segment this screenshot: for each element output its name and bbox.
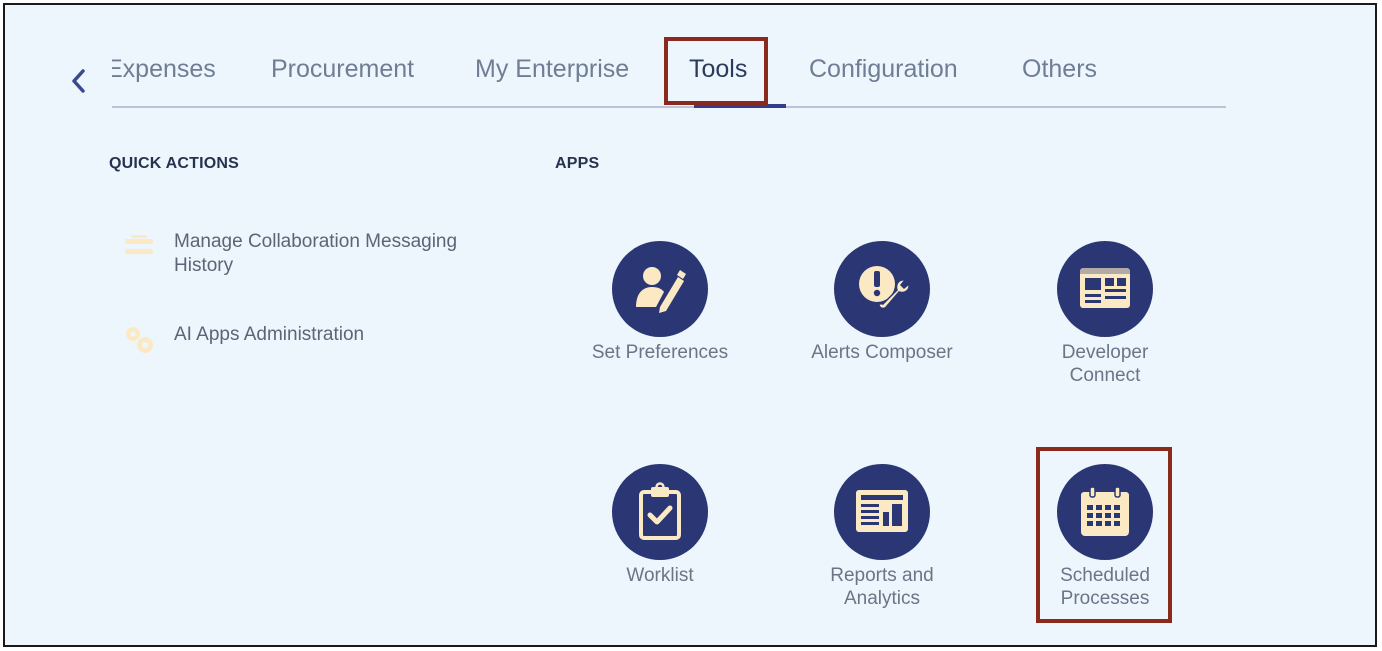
clipboard-check-icon (639, 482, 681, 540)
app-label: Developer Connect (1061, 342, 1149, 386)
quick-action-label: Manage Collaboration Messaging History (174, 231, 458, 276)
app-reports-and-analytics[interactable]: Reports and Analytics (797, 464, 967, 610)
app-icon-circle (834, 464, 930, 560)
gears-icon (126, 327, 153, 353)
tab-expenses[interactable]: Expenses (112, 55, 216, 84)
app-label: Worklist (626, 565, 694, 586)
app-alerts-composer[interactable]: Alerts Composer (797, 241, 967, 364)
app-icon-circle (612, 241, 708, 337)
alert-wrench-icon (859, 266, 910, 310)
app-developer-connect[interactable]: Developer Connect (1020, 241, 1190, 387)
tab-others[interactable]: Others (1022, 55, 1097, 84)
tab-divider (112, 106, 1226, 108)
app-label: Scheduled Processes (1060, 565, 1150, 609)
tab-bar: Expenses Procurement My Enterprise Tools… (5, 5, 1375, 115)
list-icon (125, 235, 153, 254)
app-label: Alerts Composer (811, 342, 953, 363)
app-icon-circle (1057, 464, 1153, 560)
active-tab-indicator (694, 104, 786, 108)
reports-icon (856, 490, 908, 532)
app-label: Reports and Analytics (830, 565, 934, 609)
app-scheduled-processes[interactable]: Scheduled Processes (1020, 464, 1190, 610)
app-label: Set Preferences (591, 342, 729, 363)
tab-procurement[interactable]: Procurement (271, 55, 414, 84)
tab-tools[interactable]: Tools (689, 55, 747, 84)
user-edit-icon (636, 267, 686, 313)
quick-action-manage-collaboration-messaging-history[interactable]: Manage Collaboration Messaging History (122, 230, 464, 278)
quick-actions-heading: QUICK ACTIONS (109, 155, 240, 172)
tab-configuration[interactable]: Configuration (809, 55, 958, 84)
app-icon-circle (1057, 241, 1153, 337)
app-worklist[interactable]: Worklist (575, 464, 745, 587)
app-set-preferences[interactable]: Set Preferences (575, 241, 745, 364)
app-icon-circle (834, 241, 930, 337)
quick-action-label: AI Apps Administration (174, 324, 365, 345)
navigator-panel: Expenses Procurement My Enterprise Tools… (3, 3, 1377, 647)
tab-my-enterprise[interactable]: My Enterprise (475, 55, 629, 84)
developer-connect-icon (1080, 268, 1130, 308)
app-icon-circle (612, 464, 708, 560)
apps-heading: APPS (555, 155, 600, 172)
quick-action-ai-apps-administration[interactable]: AI Apps Administration (122, 323, 464, 357)
calendar-icon (1081, 486, 1129, 536)
